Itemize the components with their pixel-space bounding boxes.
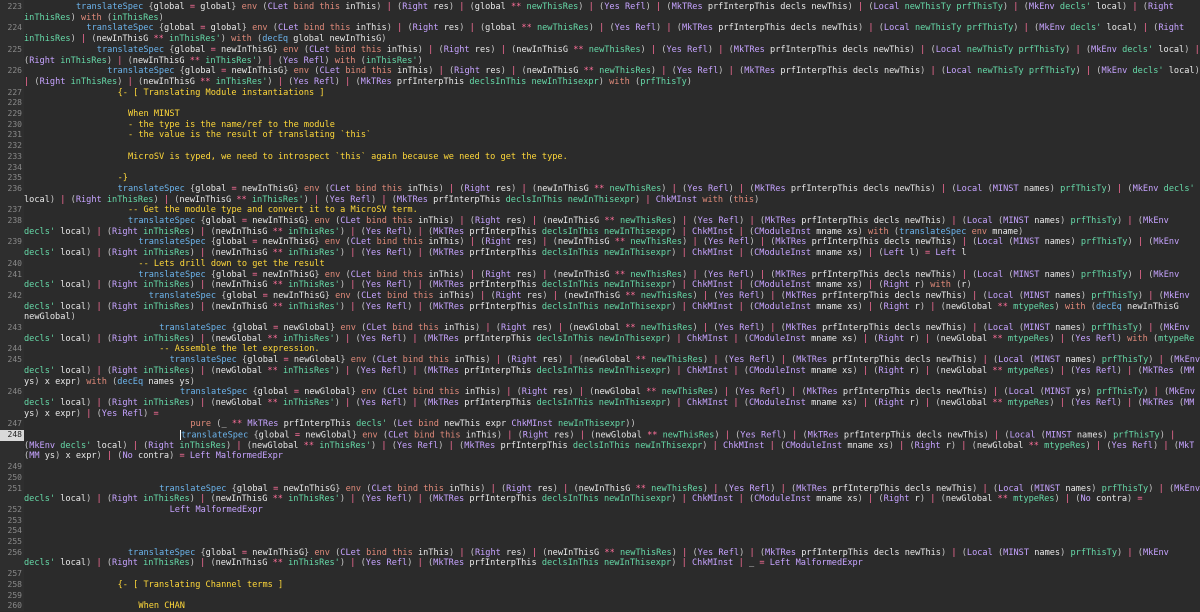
code-line-253[interactable]	[24, 516, 1194, 527]
code-line-wrap[interactable]: decls' local) | (Right inThisRes) | (new…	[24, 302, 1194, 313]
code-line-wrap[interactable]: (MkEnv decls' local) | (Right inThisRes)…	[24, 441, 1194, 452]
code-line-256[interactable]: translateSpec {global = newInThisG} env …	[128, 548, 1200, 559]
code-line-249[interactable]	[24, 462, 1194, 473]
code-line-wrap[interactable]: | (Right inThisRes) | (newInThisG ** inT…	[24, 77, 1194, 88]
code-line-238[interactable]: translateSpec {global = newInThisG} env …	[128, 216, 1200, 227]
code-editor[interactable]: 223 224 225 226 227 228 229 230 231 232 233 234 235 2…	[0, 0, 1200, 611]
code-line-248[interactable]: translateSpec {global = newGlobal} env (…	[180, 430, 1200, 441]
code-line-226[interactable]: translateSpec {global = newInThisG} env …	[107, 66, 1200, 77]
code-line-223[interactable]: translateSpec {global = global} env (CLe…	[76, 2, 1200, 13]
code-line-wrap[interactable]: decls' local) | (Right inThisRes) | (new…	[24, 280, 1194, 291]
code-line-259[interactable]	[24, 591, 1194, 602]
code-line-250[interactable]	[24, 473, 1194, 484]
code-line-242[interactable]: translateSpec {global = newInThisG} env …	[149, 291, 1200, 302]
code-line-243[interactable]: translateSpec {global = newGlobal} env (…	[159, 323, 1200, 334]
code-line-254[interactable]	[24, 526, 1194, 537]
code-line-245[interactable]: translateSpec {global = newGlobal} env (…	[170, 355, 1200, 366]
code-line-255[interactable]	[24, 537, 1194, 548]
code-line-wrap[interactable]: decls' local) | (Right inThisRes) | (new…	[24, 366, 1194, 377]
code-line-wrap[interactable]: decls' local) | (Right inThisRes) | (new…	[24, 558, 1194, 569]
code-line-228[interactable]	[24, 98, 1194, 109]
code-line-229[interactable]: When MINST	[128, 109, 1200, 120]
code-line-234[interactable]	[24, 163, 1194, 174]
code-line-wrap[interactable]: ys) x expr) | (Yes Refl) =	[24, 409, 1194, 420]
code-line-232[interactable]	[24, 141, 1194, 152]
code-line-237[interactable]: -- Get the module type and convert it to…	[128, 205, 1200, 216]
code-line-236[interactable]: translateSpec {global = newInThisG} env …	[118, 184, 1200, 195]
code-line-258[interactable]: {- [ Translating Channel terms ]	[118, 580, 1200, 591]
code-line-wrap[interactable]: inThisRes) | (newInThisG ** inThisRes') …	[24, 34, 1194, 45]
code-line-wrap[interactable]: (Right inThisRes) | (newInThisG ** inThi…	[24, 56, 1194, 67]
code-line-wrap[interactable]: (MM ys) x expr) | (No contra) = Left Mal…	[24, 451, 1194, 462]
code-line-230[interactable]: - the type is the name/ref to the module	[128, 120, 1200, 131]
code-area[interactable]: translateSpec {global = global} env (CLe…	[0, 0, 1200, 611]
code-line-252[interactable]: Left MalformedExpr	[170, 505, 1200, 516]
code-line-wrap[interactable]: decls' local) | (Right inThisRes) | (new…	[24, 248, 1194, 259]
code-line-235[interactable]: -}	[118, 173, 1200, 184]
code-line-224[interactable]: translateSpec {global = global} env (CLe…	[86, 23, 1200, 34]
code-line-240[interactable]: -- Lets drill down to get the result	[138, 259, 1200, 270]
code-line-wrap[interactable]: newGlobal)	[24, 312, 1194, 323]
code-line-246[interactable]: translateSpec {global = newGlobal} env (…	[180, 387, 1200, 398]
code-line-wrap[interactable]: inThisRes) with (inThisRes)	[24, 13, 1194, 24]
code-line-231[interactable]: - the value is the result of translating…	[128, 130, 1200, 141]
code-line-wrap[interactable]: local) | (Right inThisRes) | (newInThisG…	[24, 195, 1194, 206]
code-line-wrap[interactable]: decls' local) | (Right inThisRes) | (new…	[24, 398, 1194, 409]
code-line-239[interactable]: translateSpec {global = newInThisG} env …	[138, 237, 1200, 248]
code-line-251[interactable]: translateSpec {global = newInThisG} env …	[159, 484, 1200, 495]
code-line-241[interactable]: translateSpec {global = newInThisG} env …	[138, 270, 1200, 281]
code-line-wrap[interactable]: decls' local) | (Right inThisRes) | (new…	[24, 334, 1194, 345]
code-line-wrap[interactable]: ys) x expr) with (decEq names ys)	[24, 377, 1194, 388]
code-line-260[interactable]: When CHAN	[138, 601, 1200, 612]
code-line-257[interactable]	[24, 569, 1194, 580]
code-line-233[interactable]: MicroSV is typed, we need to introspect …	[128, 152, 1200, 163]
code-line-227[interactable]: {- [ Translating Module instantiations ]	[118, 88, 1200, 99]
code-line-225[interactable]: translateSpec {global = newInThisG} env …	[97, 45, 1200, 56]
code-line-wrap[interactable]: decls' local) | (Right inThisRes) | (new…	[24, 494, 1194, 505]
code-line-wrap[interactable]: decls' local) | (Right inThisRes) | (new…	[24, 227, 1194, 238]
code-line-247[interactable]: pure (_ ** MkTRes prfInterpThis decls' (…	[190, 419, 1200, 430]
code-line-244[interactable]: -- Assemble the let expression.	[159, 344, 1200, 355]
